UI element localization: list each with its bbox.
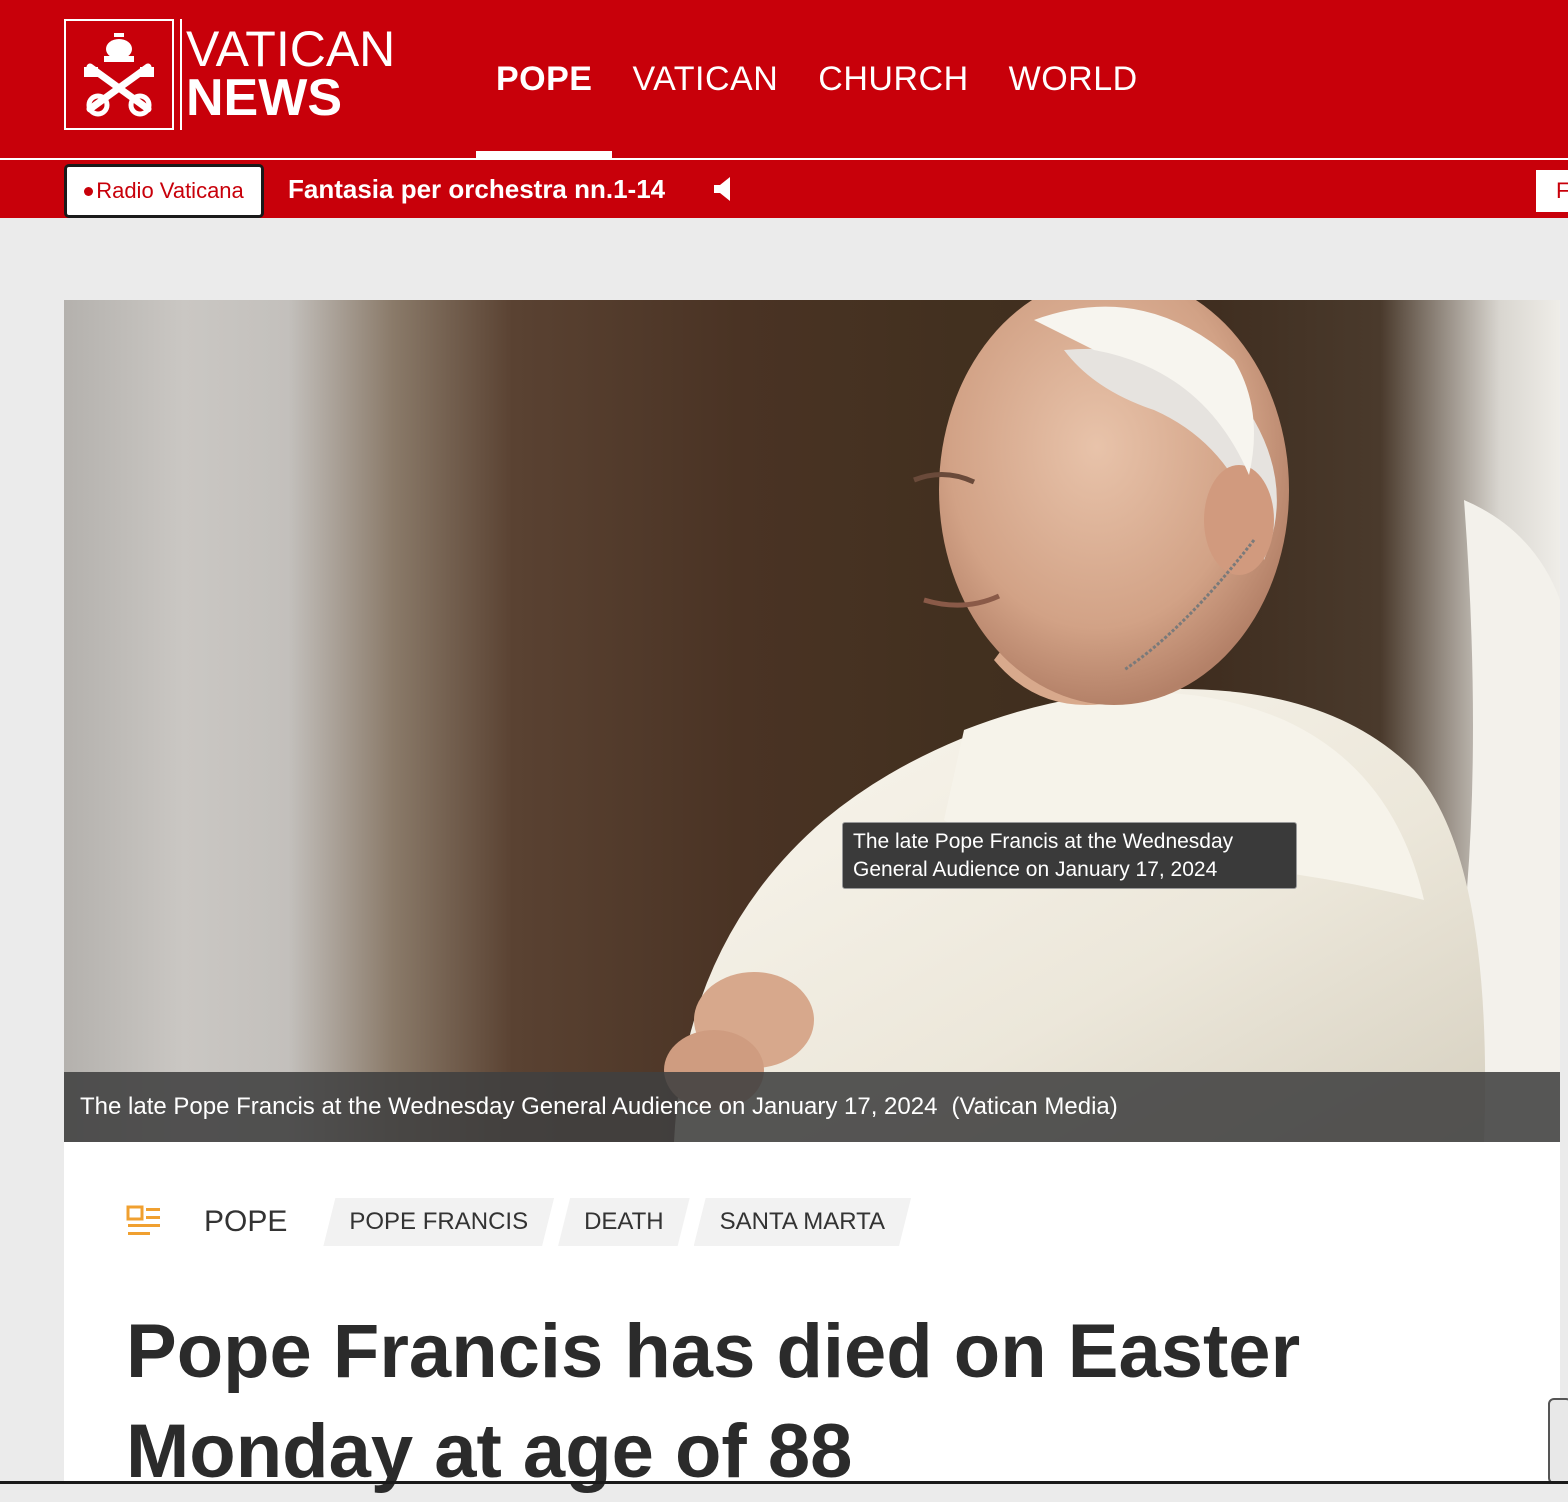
site-header: VATICAN NEWS POPE VATICAN CHURCH WORLD	[0, 0, 1568, 158]
now-playing-title: Fantasia per orchestra nn.1-14	[288, 173, 666, 204]
article-tags-row: POPE POPE FRANCIS DEATH SANTA MARTA	[126, 1198, 915, 1246]
pope-portrait-illustration	[664, 300, 1560, 1142]
tag-pope-francis[interactable]: POPE FRANCIS	[323, 1198, 554, 1246]
section-link-pope[interactable]: POPE	[204, 1205, 287, 1239]
nav-item-church[interactable]: CHURCH	[798, 0, 988, 158]
image-caption: The late Pope Francis at the Wednesday G…	[64, 1072, 1560, 1142]
radio-secondary-button[interactable]: F	[1536, 170, 1568, 212]
tag-santa-marta[interactable]: SANTA MARTA	[694, 1198, 911, 1246]
article-headline: Pope Francis has died on Easter Monday a…	[126, 1302, 1426, 1502]
caption-credit: (Vatican Media)	[951, 1093, 1118, 1120]
tag-death[interactable]: DEATH	[558, 1198, 690, 1246]
logo-line1: VATICAN	[186, 21, 396, 77]
speaker-icon[interactable]	[712, 176, 738, 202]
headline-line1: Pope Francis has died on Easter	[126, 1309, 1301, 1394]
section-list-icon	[126, 1205, 160, 1235]
tooltip-line1: The late Pope Francis at the Wednesday	[853, 830, 1234, 853]
logo-wordmark: VATICAN NEWS	[186, 24, 395, 124]
nav-item-world[interactable]: WORLD	[989, 0, 1158, 158]
vatican-news-logo[interactable]: VATICAN NEWS	[64, 18, 416, 130]
image-tooltip: The late Pope Francis at the Wednesday G…	[842, 822, 1297, 889]
article-body: POPE POPE FRANCIS DEATH SANTA MARTA Pope…	[64, 1142, 1560, 1494]
nav-item-vatican[interactable]: VATICAN	[612, 0, 798, 158]
caption-text: The late Pope Francis at the Wednesday G…	[80, 1093, 938, 1120]
radio-player-bar: Radio Vaticana Fantasia per orchestra nn…	[0, 158, 1568, 218]
logo-divider	[180, 18, 182, 130]
radio-station-button[interactable]: Radio Vaticana	[64, 164, 264, 218]
radio-station-label: Radio Vaticana	[96, 178, 244, 203]
tooltip-line2: General Audience on January 17, 2024	[853, 858, 1218, 881]
main-nav: POPE VATICAN CHURCH WORLD	[476, 0, 1158, 158]
live-dot-icon	[84, 186, 94, 196]
scrollbar-thumb[interactable]	[1548, 1398, 1568, 1484]
nav-item-pope[interactable]: POPE	[476, 0, 613, 158]
logo-line2: NEWS	[186, 69, 342, 127]
papal-keys-icon	[64, 18, 174, 130]
hero-image: The late Pope Francis at the Wednesday G…	[64, 300, 1560, 1142]
